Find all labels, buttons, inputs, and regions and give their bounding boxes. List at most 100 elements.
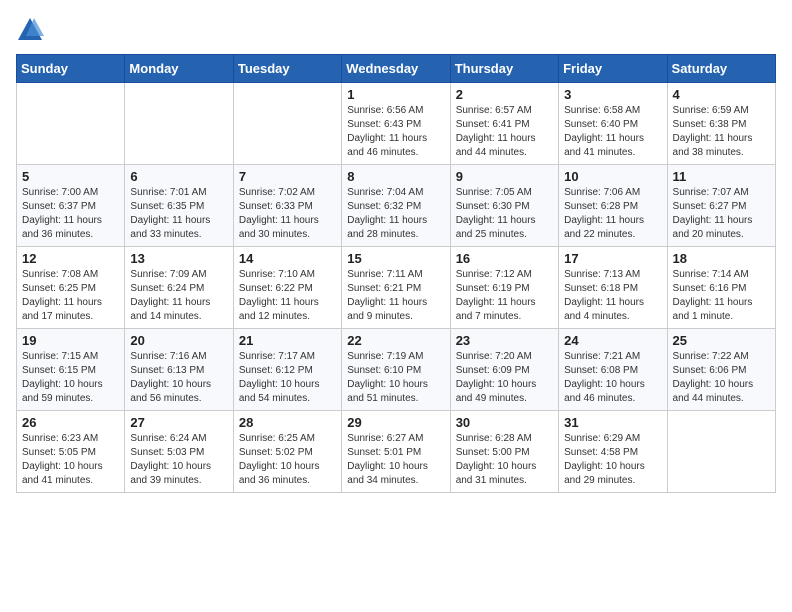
day-info: Sunrise: 7:22 AM Sunset: 6:06 PM Dayligh… xyxy=(673,350,770,406)
day-number: 1 xyxy=(347,87,444,102)
day-info: Sunrise: 7:06 AM Sunset: 6:28 PM Dayligh… xyxy=(564,186,661,242)
calendar-cell: 16 Sunrise: 7:12 AM Sunset: 6:19 PM Dayli… xyxy=(450,247,558,329)
day-info: Sunrise: 6:24 AM Sunset: 5:03 PM Dayligh… xyxy=(130,432,227,488)
calendar-header-tuesday: Tuesday xyxy=(233,55,341,83)
day-number: 31 xyxy=(564,415,661,430)
day-info: Sunrise: 7:09 AM Sunset: 6:24 PM Dayligh… xyxy=(130,268,227,324)
calendar-cell: 27 Sunrise: 6:24 AM Sunset: 5:03 PM Dayli… xyxy=(125,411,233,493)
day-info: Sunrise: 7:04 AM Sunset: 6:32 PM Dayligh… xyxy=(347,186,444,242)
day-info: Sunrise: 6:58 AM Sunset: 6:40 PM Dayligh… xyxy=(564,104,661,160)
calendar-header-friday: Friday xyxy=(559,55,667,83)
day-info: Sunrise: 6:56 AM Sunset: 6:43 PM Dayligh… xyxy=(347,104,444,160)
day-info: Sunrise: 7:15 AM Sunset: 6:15 PM Dayligh… xyxy=(22,350,119,406)
calendar-cell xyxy=(667,411,775,493)
calendar-header-saturday: Saturday xyxy=(667,55,775,83)
day-number: 3 xyxy=(564,87,661,102)
calendar-header-row: SundayMondayTuesdayWednesdayThursdayFrid… xyxy=(17,55,776,83)
day-info: Sunrise: 7:08 AM Sunset: 6:25 PM Dayligh… xyxy=(22,268,119,324)
day-info: Sunrise: 7:05 AM Sunset: 6:30 PM Dayligh… xyxy=(456,186,553,242)
logo-icon xyxy=(16,16,44,44)
logo xyxy=(16,16,48,44)
day-info: Sunrise: 7:20 AM Sunset: 6:09 PM Dayligh… xyxy=(456,350,553,406)
calendar-cell: 30 Sunrise: 6:28 AM Sunset: 5:00 PM Dayli… xyxy=(450,411,558,493)
calendar-header-monday: Monday xyxy=(125,55,233,83)
calendar-cell: 23 Sunrise: 7:20 AM Sunset: 6:09 PM Dayli… xyxy=(450,329,558,411)
day-number: 4 xyxy=(673,87,770,102)
calendar-header-sunday: Sunday xyxy=(17,55,125,83)
day-number: 25 xyxy=(673,333,770,348)
calendar-week-row: 5 Sunrise: 7:00 AM Sunset: 6:37 PM Daylig… xyxy=(17,165,776,247)
calendar-cell: 9Sunrise: 7:05 AM Sunset: 6:30 PM Daylig… xyxy=(450,165,558,247)
day-info: Sunrise: 6:29 AM Sunset: 4:58 PM Dayligh… xyxy=(564,432,661,488)
day-number: 13 xyxy=(130,251,227,266)
day-number: 27 xyxy=(130,415,227,430)
calendar-cell: 19 Sunrise: 7:15 AM Sunset: 6:15 PM Dayli… xyxy=(17,329,125,411)
calendar-cell: 20Sunrise: 7:16 AM Sunset: 6:13 PM Dayli… xyxy=(125,329,233,411)
calendar-header-wednesday: Wednesday xyxy=(342,55,450,83)
day-info: Sunrise: 6:57 AM Sunset: 6:41 PM Dayligh… xyxy=(456,104,553,160)
day-number: 7 xyxy=(239,169,336,184)
day-info: Sunrise: 7:14 AM Sunset: 6:16 PM Dayligh… xyxy=(673,268,770,324)
day-number: 30 xyxy=(456,415,553,430)
calendar-cell: 24 Sunrise: 7:21 AM Sunset: 6:08 PM Dayli… xyxy=(559,329,667,411)
day-info: Sunrise: 7:00 AM Sunset: 6:37 PM Dayligh… xyxy=(22,186,119,242)
day-info: Sunrise: 7:21 AM Sunset: 6:08 PM Dayligh… xyxy=(564,350,661,406)
day-number: 23 xyxy=(456,333,553,348)
day-number: 14 xyxy=(239,251,336,266)
calendar-cell xyxy=(125,83,233,165)
calendar-header-thursday: Thursday xyxy=(450,55,558,83)
calendar-cell: 5 Sunrise: 7:00 AM Sunset: 6:37 PM Daylig… xyxy=(17,165,125,247)
calendar-week-row: 19 Sunrise: 7:15 AM Sunset: 6:15 PM Dayli… xyxy=(17,329,776,411)
day-number: 22 xyxy=(347,333,444,348)
calendar-cell: 31 Sunrise: 6:29 AM Sunset: 4:58 PM Dayli… xyxy=(559,411,667,493)
day-number: 8 xyxy=(347,169,444,184)
calendar-cell xyxy=(17,83,125,165)
day-number: 19 xyxy=(22,333,119,348)
day-info: Sunrise: 7:13 AM Sunset: 6:18 PM Dayligh… xyxy=(564,268,661,324)
day-info: Sunrise: 7:11 AM Sunset: 6:21 PM Dayligh… xyxy=(347,268,444,324)
day-info: Sunrise: 7:17 AM Sunset: 6:12 PM Dayligh… xyxy=(239,350,336,406)
day-info: Sunrise: 7:10 AM Sunset: 6:22 PM Dayligh… xyxy=(239,268,336,324)
day-number: 12 xyxy=(22,251,119,266)
calendar-cell: 17 Sunrise: 7:13 AM Sunset: 6:18 PM Dayli… xyxy=(559,247,667,329)
calendar-cell xyxy=(233,83,341,165)
day-number: 24 xyxy=(564,333,661,348)
day-number: 18 xyxy=(673,251,770,266)
day-number: 26 xyxy=(22,415,119,430)
day-number: 5 xyxy=(22,169,119,184)
calendar-cell: 21 Sunrise: 7:17 AM Sunset: 6:12 PM Dayli… xyxy=(233,329,341,411)
day-number: 17 xyxy=(564,251,661,266)
calendar-table: SundayMondayTuesdayWednesdayThursdayFrid… xyxy=(16,54,776,493)
calendar-cell: 11Sunrise: 7:07 AM Sunset: 6:27 PM Dayli… xyxy=(667,165,775,247)
calendar-cell: 2Sunrise: 6:57 AM Sunset: 6:41 PM Daylig… xyxy=(450,83,558,165)
day-info: Sunrise: 6:59 AM Sunset: 6:38 PM Dayligh… xyxy=(673,104,770,160)
day-info: Sunrise: 7:16 AM Sunset: 6:13 PM Dayligh… xyxy=(130,350,227,406)
day-number: 6 xyxy=(130,169,227,184)
calendar-cell: 12 Sunrise: 7:08 AM Sunset: 6:25 PM Dayli… xyxy=(17,247,125,329)
calendar-cell: 14 Sunrise: 7:10 AM Sunset: 6:22 PM Dayli… xyxy=(233,247,341,329)
calendar-cell: 26 Sunrise: 6:23 AM Sunset: 5:05 PM Dayli… xyxy=(17,411,125,493)
day-info: Sunrise: 6:28 AM Sunset: 5:00 PM Dayligh… xyxy=(456,432,553,488)
day-info: Sunrise: 6:25 AM Sunset: 5:02 PM Dayligh… xyxy=(239,432,336,488)
day-number: 28 xyxy=(239,415,336,430)
calendar-week-row: 12 Sunrise: 7:08 AM Sunset: 6:25 PM Dayli… xyxy=(17,247,776,329)
day-number: 16 xyxy=(456,251,553,266)
day-number: 21 xyxy=(239,333,336,348)
day-number: 15 xyxy=(347,251,444,266)
calendar-cell: 25 Sunrise: 7:22 AM Sunset: 6:06 PM Dayli… xyxy=(667,329,775,411)
calendar-cell: 3 Sunrise: 6:58 AM Sunset: 6:40 PM Daylig… xyxy=(559,83,667,165)
calendar-cell: 7 Sunrise: 7:02 AM Sunset: 6:33 PM Daylig… xyxy=(233,165,341,247)
calendar-cell: 15 Sunrise: 7:11 AM Sunset: 6:21 PM Dayli… xyxy=(342,247,450,329)
day-info: Sunrise: 6:23 AM Sunset: 5:05 PM Dayligh… xyxy=(22,432,119,488)
calendar-cell: 22 Sunrise: 7:19 AM Sunset: 6:10 PM Dayli… xyxy=(342,329,450,411)
day-info: Sunrise: 7:02 AM Sunset: 6:33 PM Dayligh… xyxy=(239,186,336,242)
day-info: Sunrise: 7:12 AM Sunset: 6:19 PM Dayligh… xyxy=(456,268,553,324)
day-info: Sunrise: 7:19 AM Sunset: 6:10 PM Dayligh… xyxy=(347,350,444,406)
day-number: 10 xyxy=(564,169,661,184)
header xyxy=(16,16,776,44)
day-info: Sunrise: 7:07 AM Sunset: 6:27 PM Dayligh… xyxy=(673,186,770,242)
calendar-cell: 18 Sunrise: 7:14 AM Sunset: 6:16 PM Dayli… xyxy=(667,247,775,329)
day-info: Sunrise: 7:01 AM Sunset: 6:35 PM Dayligh… xyxy=(130,186,227,242)
calendar-week-row: 26 Sunrise: 6:23 AM Sunset: 5:05 PM Dayli… xyxy=(17,411,776,493)
calendar-cell: 10 Sunrise: 7:06 AM Sunset: 6:28 PM Dayli… xyxy=(559,165,667,247)
